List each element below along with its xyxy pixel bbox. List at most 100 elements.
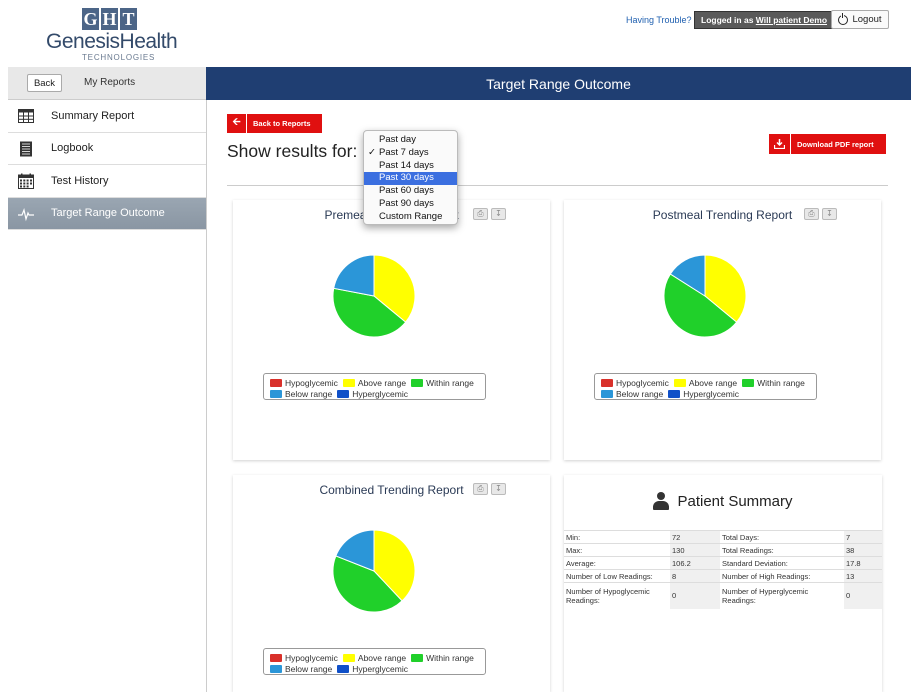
dropdown-option[interactable]: Past 90 days bbox=[364, 198, 457, 211]
legend-within-range[interactable]: Within range bbox=[411, 653, 474, 663]
logout-label: Logout bbox=[852, 14, 882, 25]
logged-in-prefix: Logged in as bbox=[701, 15, 754, 25]
legend-label: Below range bbox=[616, 388, 664, 399]
page-title: Target Range Outcome bbox=[206, 67, 911, 100]
sidebar-header: Back My Reports bbox=[8, 67, 206, 100]
having-trouble-link[interactable]: Having Trouble? bbox=[626, 15, 692, 25]
stat-label: Average: bbox=[564, 556, 670, 570]
download-icon bbox=[769, 134, 791, 154]
legend-label: Within range bbox=[426, 652, 474, 663]
legend-hyperglycemic[interactable]: Hyperglycemic bbox=[337, 664, 408, 674]
logo-name: GenesisHealth bbox=[46, 30, 178, 53]
download-pdf-button[interactable]: Download PDF report bbox=[769, 134, 886, 154]
stat-label: Number of Low Readings: bbox=[564, 569, 670, 583]
sidebar-item-summary-report[interactable]: Summary Report bbox=[8, 100, 206, 133]
legend-within-range[interactable]: Within range bbox=[411, 378, 474, 388]
stat-value: 38 bbox=[844, 543, 882, 557]
stat-value: 130 bbox=[670, 543, 720, 557]
back-button[interactable]: Back bbox=[27, 74, 62, 92]
legend-hyperglycemic[interactable]: Hyperglycemic bbox=[337, 389, 408, 399]
dropdown-option[interactable]: Past 60 days bbox=[364, 185, 457, 198]
option-label: Past 14 days bbox=[379, 159, 434, 171]
table-row: Number of Low Readings: 8 Number of High… bbox=[564, 569, 882, 583]
table-row: Max: 130 Total Readings: 38 bbox=[564, 543, 882, 557]
legend-below-range[interactable]: Below range bbox=[601, 389, 663, 399]
legend-above-range[interactable]: Above range bbox=[673, 377, 738, 388]
user-icon bbox=[653, 492, 670, 510]
logo: G H T GenesisHealth TECHNOLOGIES bbox=[46, 8, 178, 64]
legend-hypoglycemic[interactable]: Hypoglycemic bbox=[270, 378, 338, 388]
stat-label: Number of Hyperglycemic Readings: bbox=[720, 582, 844, 609]
legend-above-range[interactable]: Above range bbox=[342, 377, 407, 388]
legend-hypoglycemic[interactable]: Hypoglycemic bbox=[601, 378, 669, 388]
logo-letter: T bbox=[120, 8, 137, 30]
my-reports-label: My Reports bbox=[84, 77, 136, 88]
dropdown-option[interactable]: Past 14 days bbox=[364, 160, 457, 173]
stat-value: 106.2 bbox=[670, 556, 720, 570]
stat-value: 0 bbox=[670, 582, 720, 609]
pie-chart bbox=[332, 529, 416, 613]
legend-hypoglycemic[interactable]: Hypoglycemic bbox=[270, 653, 338, 663]
option-label: Past 90 days bbox=[379, 197, 434, 209]
print-icon[interactable]: ⎙ bbox=[804, 208, 819, 220]
dropdown-option[interactable]: Past 30 days bbox=[364, 172, 457, 186]
sidebar-item-label: Summary Report bbox=[51, 109, 135, 122]
stat-label: Number of Hypoglycemic Readings: bbox=[564, 582, 670, 609]
dropdown-option[interactable]: Past day bbox=[364, 134, 457, 147]
dropdown-option[interactable]: Custom Range bbox=[364, 211, 457, 224]
table-icon bbox=[18, 109, 34, 123]
legend-label: Hypoglycemic bbox=[285, 652, 338, 663]
download-icon[interactable]: ↧ bbox=[822, 208, 837, 220]
sidebar-item-label: Target Range Outcome bbox=[51, 207, 165, 220]
chart-legend: Hypoglycemic Above range Within range Be… bbox=[594, 373, 817, 400]
logo-letter: H bbox=[101, 8, 118, 30]
option-label: Past 30 days bbox=[379, 172, 434, 184]
patient-summary-table: Min: 72 Total Days: 7 Max: 130 Total Rea… bbox=[564, 530, 882, 609]
legend-below-range[interactable]: Below range bbox=[270, 389, 332, 399]
dropdown-option[interactable]: ✓ Past 7 days bbox=[364, 147, 457, 160]
stat-label: Min: bbox=[564, 530, 670, 544]
legend-label: Hypoglycemic bbox=[616, 377, 669, 388]
chart-legend: Hypoglycemic Above range Within range Be… bbox=[263, 373, 486, 400]
option-label: Past 60 days bbox=[379, 185, 434, 197]
option-label: Custom Range bbox=[379, 210, 443, 222]
print-icon[interactable]: ⎙ bbox=[473, 483, 488, 495]
pie-slice-below-range[interactable] bbox=[333, 254, 375, 297]
pulse-icon bbox=[18, 207, 34, 221]
pie-chart bbox=[332, 254, 416, 338]
user-name-link[interactable]: Will patient Demo bbox=[756, 15, 827, 25]
legend-within-range[interactable]: Within range bbox=[742, 378, 805, 388]
download-pdf-label: Download PDF report bbox=[797, 139, 874, 149]
sidebar-item-target-range-outcome[interactable]: Target Range Outcome bbox=[8, 197, 206, 230]
download-icon[interactable]: ↧ bbox=[491, 208, 506, 220]
print-icon[interactable]: ⎙ bbox=[473, 208, 488, 220]
legend-label: Below range bbox=[285, 388, 333, 399]
legend-label: Within range bbox=[426, 377, 474, 388]
legend-above-range[interactable]: Above range bbox=[342, 652, 407, 663]
back-to-reports-button[interactable]: 🡨 Back to Reports bbox=[227, 114, 322, 133]
legend-label: Above range bbox=[357, 377, 407, 388]
sidebar-item-logbook[interactable]: Logbook bbox=[8, 133, 206, 165]
date-range-dropdown[interactable]: Past day ✓ Past 7 days Past 14 days Past … bbox=[363, 130, 458, 225]
table-row: Number of Hypoglycemic Readings: 0 Numbe… bbox=[564, 582, 882, 609]
download-icon[interactable]: ↧ bbox=[491, 483, 506, 495]
sidebar-item-label: Test History bbox=[51, 174, 109, 187]
panel-actions: ⎙ ↧ bbox=[473, 483, 506, 495]
sidebar: Back My Reports Summary Report Logbook T… bbox=[8, 67, 206, 692]
sidebar-item-test-history[interactable]: Test History bbox=[8, 165, 206, 198]
stat-value: 7 bbox=[844, 530, 882, 544]
legend-label: Within range bbox=[757, 377, 805, 388]
notebook-icon bbox=[20, 141, 32, 156]
legend-label: Above range bbox=[688, 377, 738, 388]
stat-value: 72 bbox=[670, 530, 720, 544]
divider bbox=[227, 185, 888, 186]
logout-button[interactable]: Logout bbox=[831, 10, 889, 29]
stat-value: 13 bbox=[844, 569, 882, 583]
stat-value: 8 bbox=[670, 569, 720, 583]
legend-hyperglycemic[interactable]: Hyperglycemic bbox=[668, 389, 739, 399]
legend-label: Above range bbox=[357, 652, 407, 663]
patient-summary-panel: Patient Summary Min: 72 Total Days: 7 Ma… bbox=[564, 475, 882, 692]
legend-below-range[interactable]: Below range bbox=[270, 664, 332, 674]
legend-label: Hyperglycemic bbox=[352, 388, 409, 399]
stat-label: Number of High Readings: bbox=[720, 569, 844, 583]
